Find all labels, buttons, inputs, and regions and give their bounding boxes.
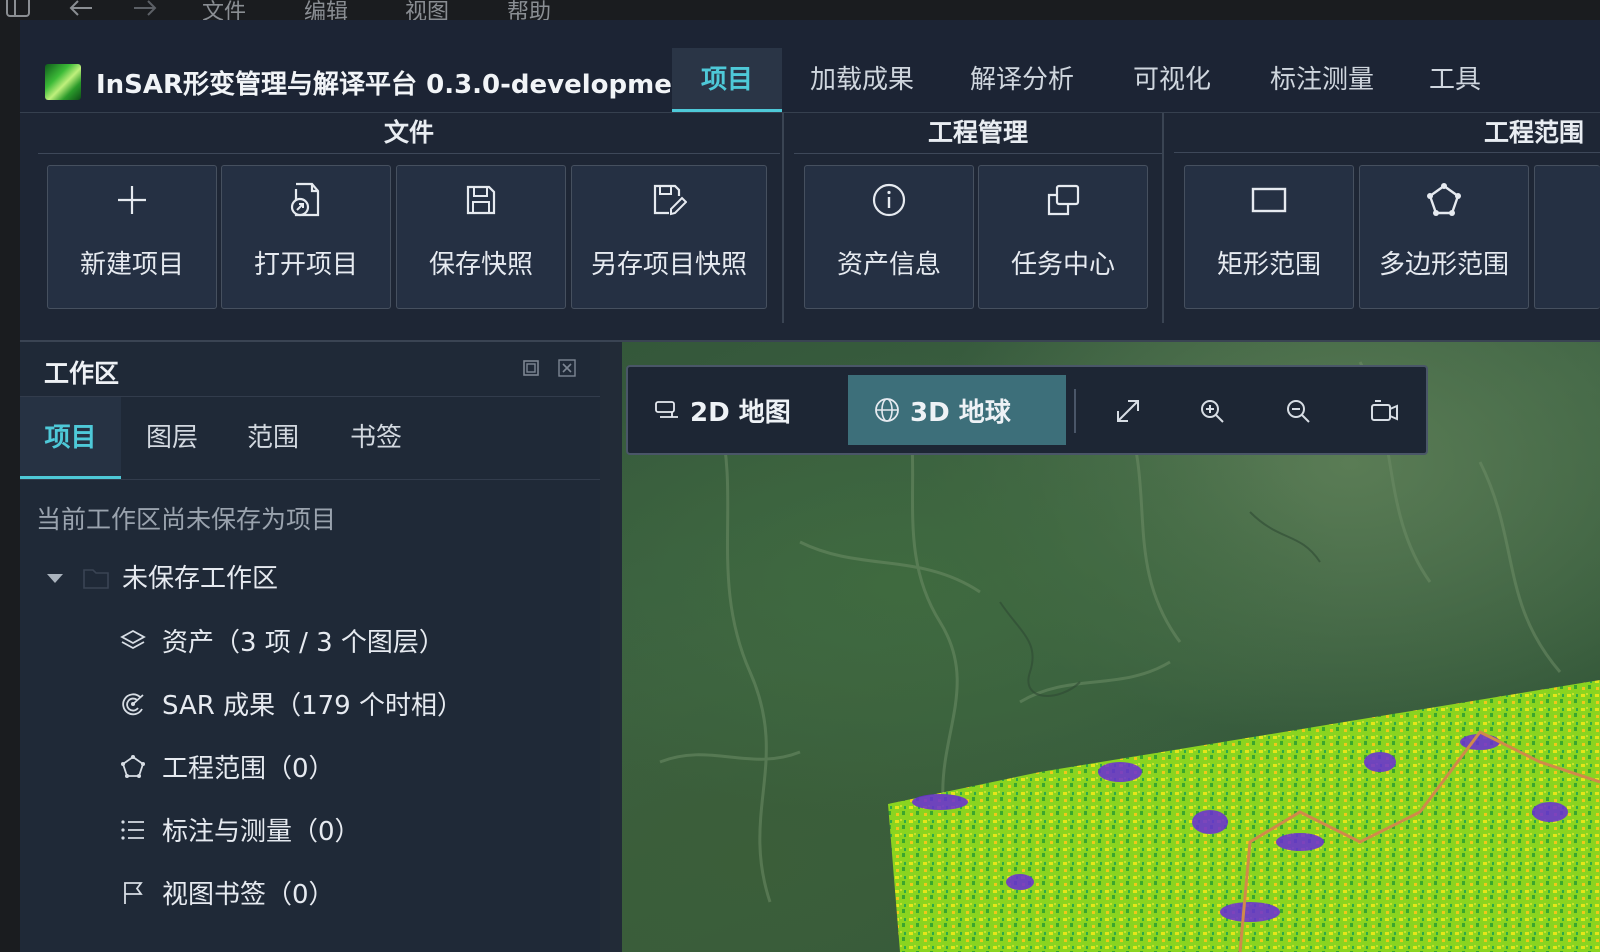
background-gutter [0, 20, 20, 952]
workspace-tabs: 项目 图层 范围 书签 [20, 397, 600, 480]
mode-3d-button[interactable]: 3D 地球 [848, 375, 1066, 445]
background-menu-bar: 文件 编辑 视图 帮助 [0, 0, 1600, 25]
tree-item-project-scope[interactable]: 工程范围（0） [120, 746, 580, 786]
app-title: InSAR形变管理与解译平台 0.3.0-development [96, 70, 703, 100]
app-logo [45, 64, 81, 100]
rectangle-scope-button[interactable]: 矩形范围 [1184, 165, 1354, 309]
info-icon [872, 183, 906, 217]
flag-icon [124, 882, 143, 904]
rectangle-scope-label: 矩形范围 [1216, 250, 1321, 280]
folder-icon [83, 569, 109, 589]
asset-info-button[interactable]: 资产信息 [804, 165, 974, 309]
radar-icon [122, 693, 144, 716]
tree-root-label: 未保存工作区 [122, 564, 279, 594]
project-scope-label: 工程范围（0） [162, 754, 335, 784]
polygon-icon [1427, 183, 1461, 216]
group-scope-title: 工程范围 [1174, 113, 1600, 153]
unsaved-notice: 当前工作区尚未保存为项目 [36, 505, 337, 534]
tab-visualization[interactable]: 可视化 [1112, 48, 1232, 112]
fullscreen-button[interactable] [1110, 393, 1146, 429]
restore-icon[interactable] [522, 359, 540, 377]
open-project-label: 打开项目 [253, 250, 358, 280]
sidebar-toggle-icon [6, 0, 30, 17]
group-project-mgmt-title: 工程管理 [794, 113, 1162, 154]
forward-arrow-icon[interactable] [130, 0, 160, 20]
workspace-header: 工作区 [20, 342, 600, 397]
mode-3d-label: 3D 地球 [910, 397, 1011, 428]
zoom-out-button[interactable] [1280, 393, 1316, 429]
polygon-icon [121, 755, 145, 778]
ws-tab-bookmarks[interactable]: 书签 [331, 397, 421, 479]
open-file-icon [290, 182, 320, 217]
group-divider [782, 113, 784, 323]
save-icon [466, 185, 496, 215]
asset-info-label: 资产信息 [836, 250, 941, 280]
save-snapshot-button[interactable]: 保存快照 [396, 165, 566, 309]
list-icon [121, 820, 144, 840]
map-2d-icon [655, 401, 678, 418]
task-center-label: 任务中心 [1010, 250, 1115, 280]
save-as-icon [653, 184, 687, 216]
tab-project[interactable]: 项目 [672, 48, 782, 112]
annotations-label: 标注与测量（0） [162, 817, 361, 847]
toolbar-divider [1074, 389, 1076, 433]
close-icon[interactable] [558, 359, 576, 377]
globe-icon [875, 398, 899, 422]
title-bar: InSAR形变管理与解译平台 0.3.0-development 项目 加载成果… [20, 20, 1600, 113]
workspace-panel: 工作区 项目 图层 范围 书签 当前工作区尚未保存为项目 未保存工作区 资产（3… [20, 342, 600, 952]
group-file-title: 文件 [38, 113, 780, 154]
sar-results-label: SAR 成果（179 个时相） [162, 691, 463, 721]
layers-icon [120, 629, 146, 650]
ribbon: 文件 工程管理 工程范围 新建项目 打开项目 保存快照 另存项目快照 资产信息 [20, 113, 1600, 342]
tab-load-results[interactable]: 加载成果 [792, 48, 932, 112]
save-snapshot-label: 保存快照 [428, 250, 533, 280]
tree-item-sar-results[interactable]: SAR 成果（179 个时相） [120, 683, 580, 723]
zoom-in-icon [1201, 400, 1224, 423]
chevron-down-icon[interactable] [46, 572, 64, 584]
camera-icon [1371, 400, 1398, 421]
save-as-snapshot-label: 另存项目快照 [590, 250, 747, 280]
polygon-scope-label: 多边形范围 [1378, 250, 1509, 280]
tab-interpretation[interactable]: 解译分析 [952, 48, 1092, 112]
ws-tab-scope[interactable]: 范围 [228, 397, 318, 479]
windows-icon [1047, 184, 1080, 216]
zoom-out-icon [1287, 400, 1310, 423]
polygon-scope-button[interactable]: 多边形范围 [1359, 165, 1529, 309]
save-as-snapshot-button[interactable]: 另存项目快照 [571, 165, 767, 309]
view-bookmarks-label: 视图书签（0） [162, 880, 335, 910]
mode-2d-button[interactable]: 2D 地图 [628, 375, 846, 445]
tree-item-assets[interactable]: 资产（3 项 / 3 个图层） [120, 620, 580, 660]
task-center-button[interactable]: 任务中心 [978, 165, 1148, 309]
new-project-label: 新建项目 [79, 250, 184, 280]
tab-annotation-measure[interactable]: 标注测量 [1252, 48, 1392, 112]
tree-item-view-bookmarks[interactable]: 视图书签（0） [120, 872, 580, 912]
group-divider [1162, 113, 1164, 323]
open-project-button[interactable]: 打开项目 [221, 165, 391, 309]
tree-root-unsaved-workspace[interactable]: 未保存工作区 [44, 558, 584, 598]
ws-tab-project[interactable]: 项目 [20, 397, 121, 479]
map-toolbar: 2D 地图 3D 地球 [626, 365, 1428, 455]
mode-2d-label: 2D 地图 [690, 397, 791, 428]
tab-tools[interactable]: 工具 [1412, 48, 1498, 112]
back-arrow-icon[interactable] [66, 0, 96, 20]
plus-icon [118, 186, 146, 214]
reset-view-button[interactable] [1366, 393, 1402, 429]
expand-icon [1117, 400, 1139, 422]
app-window: InSAR形变管理与解译平台 0.3.0-development 项目 加载成果… [20, 20, 1600, 952]
workspace-title: 工作区 [44, 359, 120, 388]
rectangle-icon [1251, 187, 1287, 213]
tree-item-annotations[interactable]: 标注与测量（0） [120, 809, 580, 849]
scope-extra-button[interactable] [1534, 165, 1600, 309]
ws-tab-layers[interactable]: 图层 [127, 397, 217, 479]
new-project-button[interactable]: 新建项目 [47, 165, 217, 309]
zoom-in-button[interactable] [1194, 393, 1230, 429]
assets-label: 资产（3 项 / 3 个图层） [162, 628, 445, 658]
